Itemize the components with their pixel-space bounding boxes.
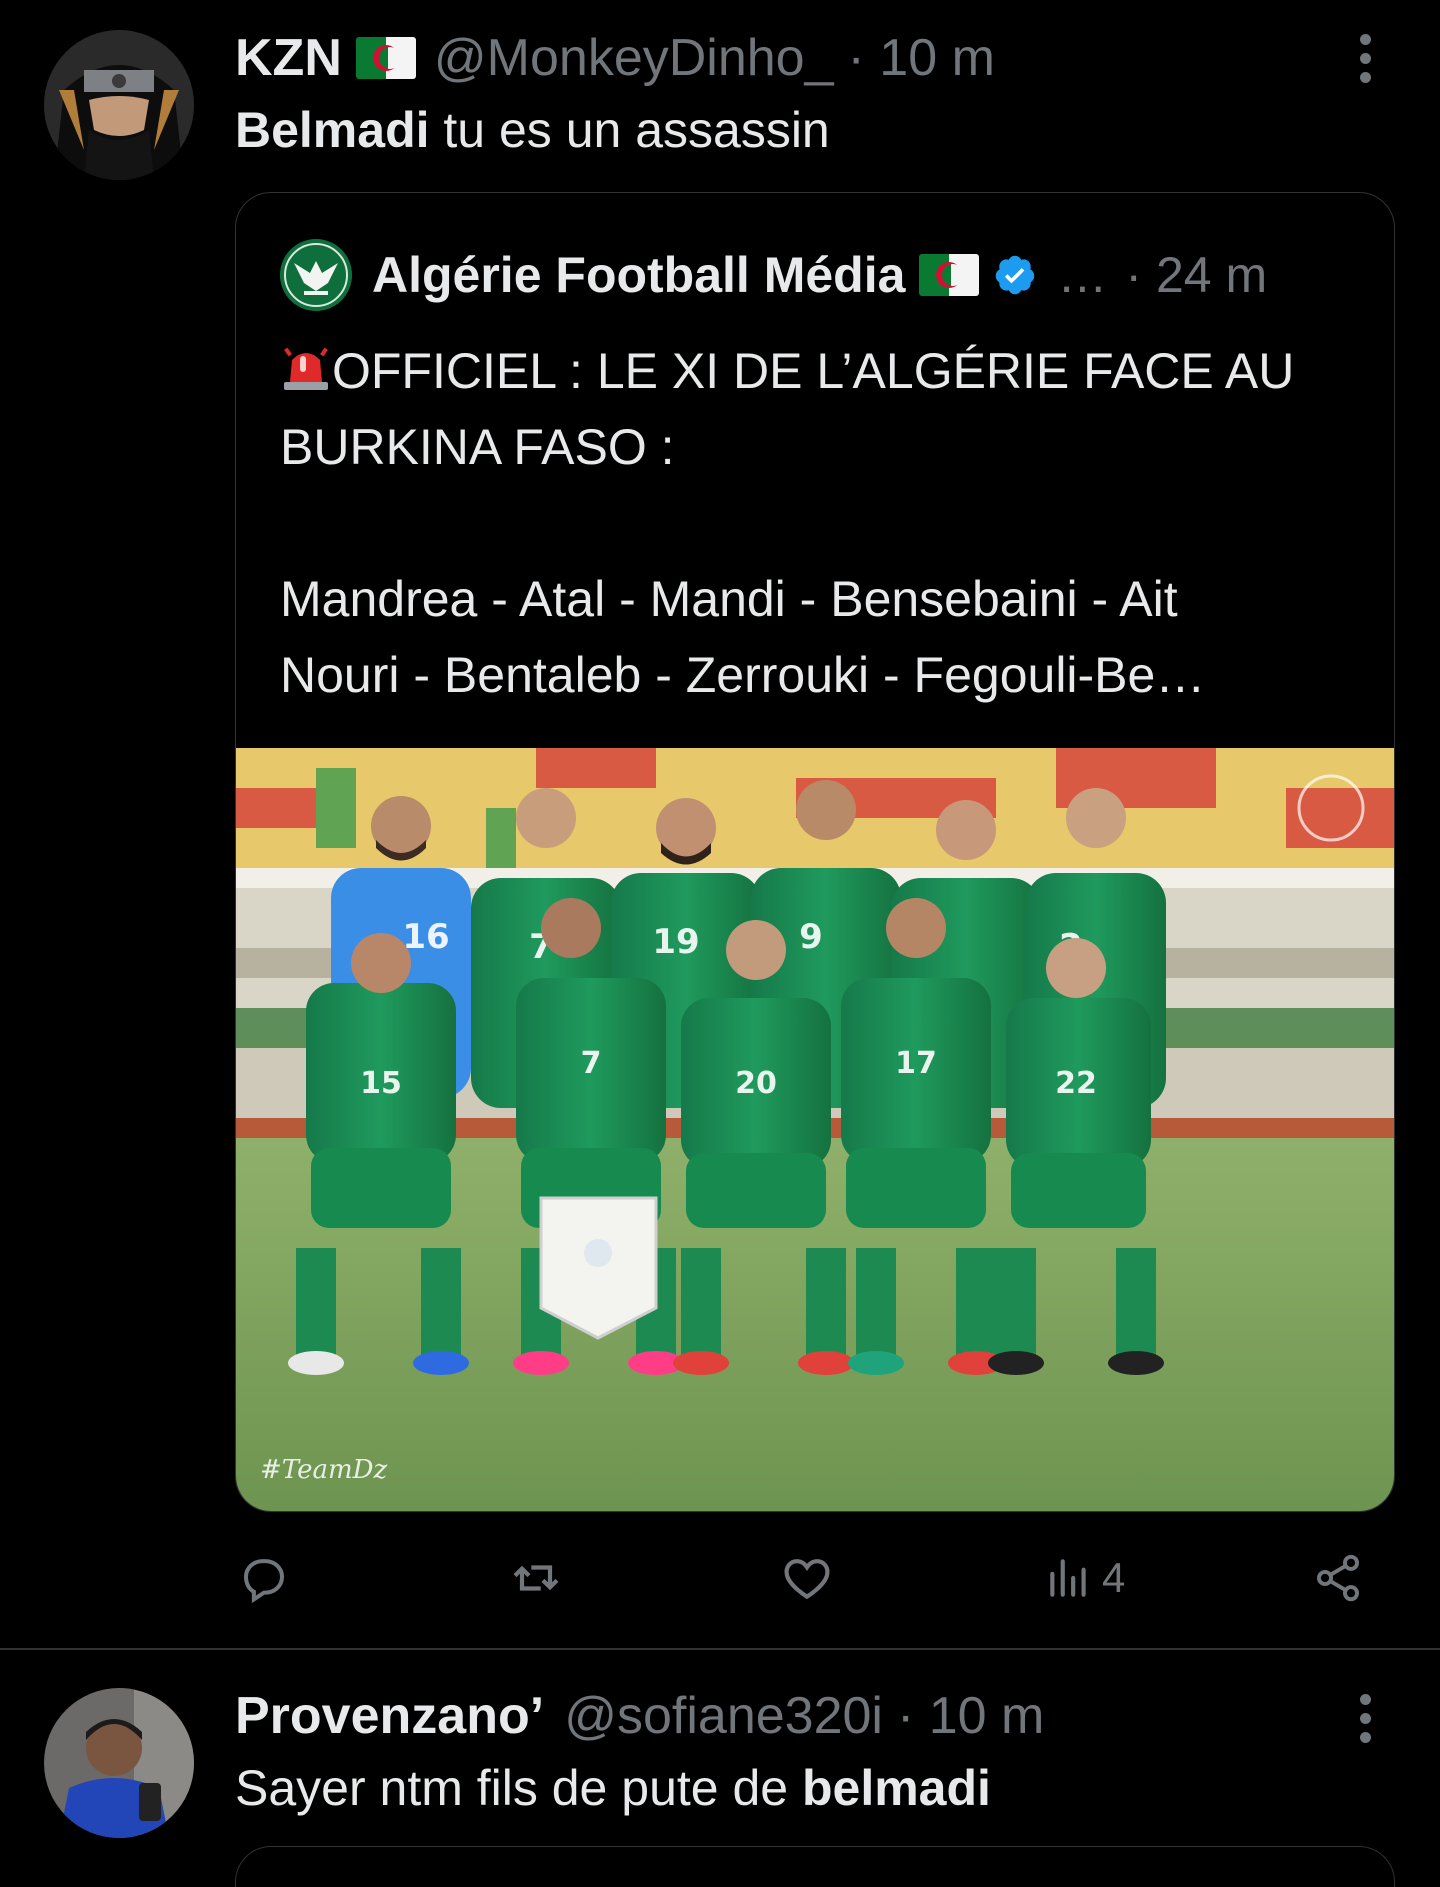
algeria-flag-icon [919, 254, 980, 296]
siren-icon [284, 347, 328, 390]
tweet-kzn[interactable]: KZN @MonkeyDinho_ · 10 m Belmadi tu es u… [0, 0, 1440, 1648]
shirt-number: 9 [799, 917, 823, 957]
next-quote-edge [235, 1846, 1395, 1887]
retweet-icon [513, 1565, 559, 1591]
display-name[interactable]: KZN [235, 28, 342, 88]
reply-icon [243, 1559, 285, 1604]
tweet-provenzano[interactable]: Provenzano’ @sofiane320i · 10 m Sayer nt… [0, 1650, 1440, 1887]
avatar[interactable] [44, 1688, 194, 1838]
tweet-text-rest: Sayer ntm fils de pute de [235, 1760, 802, 1816]
like-button[interactable] [779, 1548, 835, 1608]
quoted-line-2: BURKINA FASO : [280, 419, 675, 475]
more-icon[interactable] [1360, 1694, 1372, 1743]
shirt-number: 22 [1055, 1066, 1097, 1101]
quoted-avatar[interactable] [280, 239, 352, 311]
photo-watermark: #TeamDz [260, 1455, 387, 1485]
views-button[interactable]: 4 [1044, 1548, 1125, 1608]
quoted-text: OFFICIEL : LE XI DE L’ALGÉRIE FACE AU BU… [280, 333, 1360, 713]
quoted-line-4: Nouri - Bentaleb - Zerrouki - Fegouli-Be… [280, 647, 1206, 703]
share-icon [1316, 1554, 1360, 1602]
tweet-header: Provenzano’ @sofiane320i · 10 m [235, 1686, 1044, 1746]
handle[interactable]: @sofiane320i [564, 1686, 883, 1746]
share-button[interactable] [1312, 1548, 1364, 1608]
quoted-ellipsis: … [1057, 247, 1108, 303]
retweet-button[interactable] [508, 1548, 564, 1608]
like-icon [784, 1559, 830, 1600]
quoted-tweet[interactable]: Algérie Football Média … · 24 m OFFICIEL… [235, 192, 1395, 1512]
shirt-number: 20 [735, 1066, 777, 1101]
views-icon [1050, 1559, 1086, 1597]
shirt-number: 15 [360, 1066, 402, 1101]
tweet-text: Sayer ntm fils de pute de belmadi [235, 1758, 991, 1818]
tweet-text: Belmadi tu es un assassin [235, 100, 830, 160]
quoted-line-1: OFFICIEL : LE XI DE L’ALGÉRIE FACE AU [280, 333, 1360, 409]
tweet-text-rest: tu es un assassin [429, 102, 830, 158]
shirt-number: 7 [581, 1046, 602, 1081]
timestamp[interactable]: · 10 m [848, 28, 995, 88]
tweet-text-bold: belmadi [801, 1760, 991, 1816]
shirt-number: 17 [895, 1046, 937, 1081]
shirt-number: 19 [652, 922, 699, 962]
more-icon[interactable] [1360, 34, 1372, 83]
avatar[interactable] [44, 30, 194, 180]
shirt-number: 16 [402, 917, 449, 957]
display-name[interactable]: Provenzano’ [235, 1686, 544, 1746]
tweet-text-bold: Belmadi [235, 102, 430, 158]
quoted-timestamp[interactable]: · 24 m [1125, 245, 1267, 305]
action-bar: 4 [0, 1548, 1440, 1618]
quoted-tweet-header: Algérie Football Média … · 24 m [280, 239, 1267, 311]
handle[interactable]: @MonkeyDinho_ [434, 28, 834, 88]
quoted-line-3: Mandrea - Atal - Mandi - Bensebaini - Ai… [280, 571, 1178, 627]
team-photo[interactable]: 16 7 19 9 2 [236, 748, 1394, 1511]
team-photo-image: 16 7 19 9 2 [236, 748, 1394, 1511]
verified-icon [996, 255, 1035, 295]
timestamp[interactable]: · 10 m [897, 1686, 1044, 1746]
views-count: 4 [1102, 1554, 1126, 1601]
tweet-header: KZN @MonkeyDinho_ · 10 m [235, 28, 995, 88]
quoted-display-name[interactable]: Algérie Football Média [372, 245, 905, 305]
algeria-flag-icon [355, 37, 416, 79]
reply-button[interactable] [237, 1548, 291, 1608]
